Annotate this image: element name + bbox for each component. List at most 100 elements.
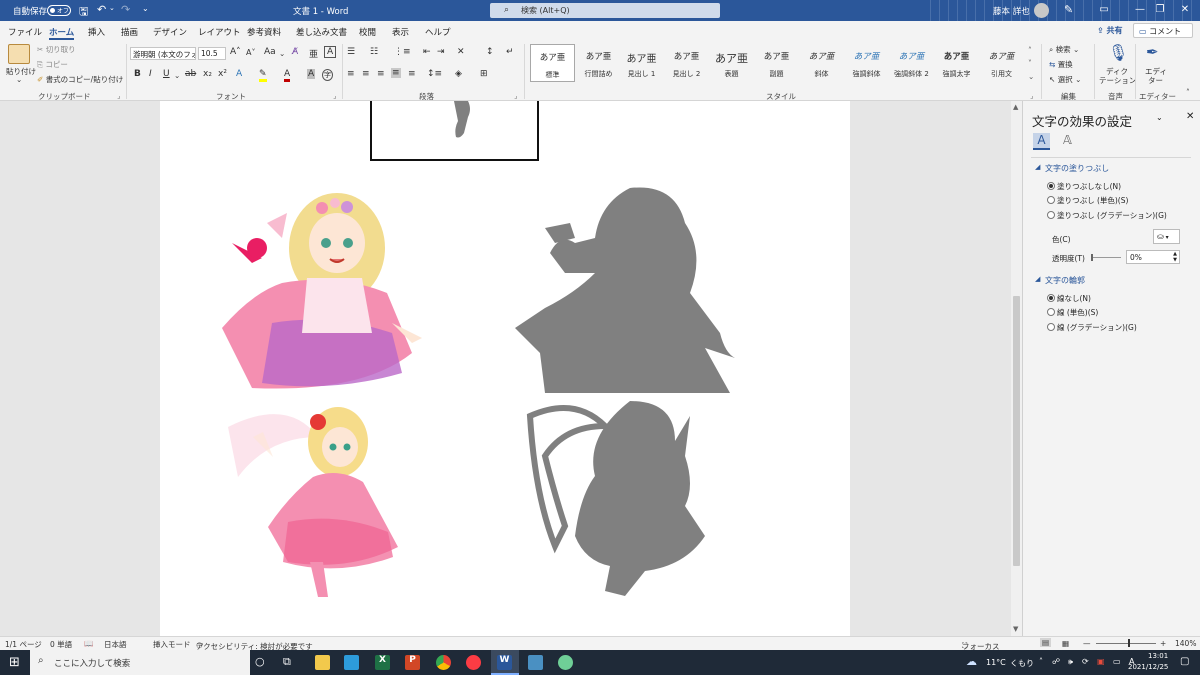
collapse-ribbon-icon[interactable]: ˄ xyxy=(1186,88,1190,97)
subscript-icon[interactable]: x₂ xyxy=(203,69,212,79)
gallery-down-icon[interactable]: ˅ xyxy=(1028,59,1032,68)
text-effects-icon[interactable]: A xyxy=(236,69,242,79)
pane-options-icon[interactable]: ⌄ xyxy=(1156,113,1163,122)
print-layout-icon[interactable]: ▤ xyxy=(1040,638,1052,647)
fill-none-radio[interactable]: 塗りつぶしなし(N) xyxy=(1047,181,1121,192)
underline-icon[interactable]: U xyxy=(163,69,170,79)
zoom-level[interactable]: 140% xyxy=(1175,639,1196,648)
tab-help[interactable]: ヘルプ xyxy=(425,26,451,38)
document-page[interactable] xyxy=(160,101,850,636)
gallery-more-icon[interactable]: ⌄ xyxy=(1028,72,1034,81)
tray-expand-icon[interactable]: ˄ xyxy=(1039,657,1043,666)
scroll-down-icon[interactable]: ▼ xyxy=(1013,625,1018,633)
text-effects-icon[interactable]: 𝔸 xyxy=(1059,133,1076,150)
fill-outline-icon[interactable]: A xyxy=(1033,133,1050,150)
music-icon[interactable] xyxy=(466,655,481,670)
font-color-icon[interactable]: A xyxy=(284,69,291,82)
style-title[interactable]: あア亜 表題 xyxy=(709,44,754,82)
user-name[interactable]: 藤本 詳也 xyxy=(993,5,1030,17)
task-view-icon[interactable]: ⧉ xyxy=(283,655,291,669)
chrome-icon[interactable] xyxy=(436,655,451,670)
security-icon[interactable]: ▣ xyxy=(1097,657,1105,666)
zoom-slider[interactable] xyxy=(1096,643,1156,644)
tab-view[interactable]: 表示 xyxy=(392,26,409,38)
char-shading-icon[interactable]: A xyxy=(307,69,316,79)
tab-mailings[interactable]: 差し込み文書 xyxy=(296,26,347,38)
copy-button[interactable]: ⎘ コピー xyxy=(37,59,68,70)
color-picker-button[interactable]: ⛀ ▾ xyxy=(1153,229,1180,244)
tab-file[interactable]: ファイル xyxy=(8,26,42,38)
style-intense-emphasis[interactable]: あア亜 強調斜体 xyxy=(844,44,889,82)
align-center-icon[interactable]: ≡ xyxy=(362,69,370,79)
pen-icon[interactable]: ✎ xyxy=(1064,3,1073,16)
tab-review[interactable]: 校閲 xyxy=(359,26,376,38)
show-marks-icon[interactable]: ↵ xyxy=(506,47,514,57)
store-icon[interactable] xyxy=(344,655,359,670)
character-image-2[interactable] xyxy=(228,397,403,597)
speaker-icon[interactable]: 🕪 xyxy=(1068,657,1073,667)
strikethrough-icon[interactable]: ab xyxy=(185,69,196,79)
notification-icon[interactable]: ▢ xyxy=(1180,656,1189,667)
italic-icon[interactable]: I xyxy=(149,69,152,79)
font-launcher-icon[interactable]: ⌟ xyxy=(333,91,337,100)
undo-icon[interactable]: ↶ xyxy=(97,3,106,16)
replace-button[interactable]: ⇆ 置換 xyxy=(1049,59,1073,70)
paragraph-launcher-icon[interactable]: ⌟ xyxy=(514,91,518,100)
tab-layout[interactable]: レイアウト xyxy=(198,26,241,38)
styles-launcher-icon[interactable]: ⌟ xyxy=(1030,91,1034,100)
decrease-indent-icon[interactable]: ⇤ xyxy=(423,47,431,57)
enclose-char-icon[interactable]: 字 xyxy=(322,69,333,81)
cut-button[interactable]: ✂ 切り取り xyxy=(37,44,76,55)
search-box[interactable]: ⌕ 検索 (Alt+Q) xyxy=(490,3,720,18)
bold-icon[interactable]: B xyxy=(134,69,141,79)
framed-image[interactable] xyxy=(370,101,539,161)
numbering-icon[interactable]: ☷ xyxy=(370,47,378,57)
transparency-slider-handle[interactable] xyxy=(1091,254,1093,261)
distributed-icon[interactable]: ≡ xyxy=(408,69,416,79)
character-image-1[interactable] xyxy=(212,183,437,393)
format-painter-button[interactable]: ✐ 書式のコピー/貼り付け xyxy=(37,74,123,85)
zoom-in-icon[interactable]: + xyxy=(1160,639,1166,648)
style-intense-emphasis-2[interactable]: あア亜 強調斜体 2 xyxy=(889,44,934,82)
superscript-icon[interactable]: x² xyxy=(218,69,227,79)
underline-dropdown-icon[interactable]: ⌄ xyxy=(174,71,180,80)
grow-font-icon[interactable]: A˄ xyxy=(230,47,241,57)
silhouette-image-2[interactable] xyxy=(525,396,705,596)
photos-icon[interactable] xyxy=(528,655,543,670)
clock-time[interactable]: 13:01 xyxy=(1148,652,1168,660)
multilevel-list-icon[interactable]: ⋮≡ xyxy=(394,47,411,57)
insert-mode-status[interactable]: 挿入モード xyxy=(153,639,191,650)
bullets-icon[interactable]: ☰ xyxy=(347,47,355,57)
zoom-out-icon[interactable]: — xyxy=(1083,639,1091,648)
clear-format-icon[interactable]: A̸ xyxy=(292,47,298,57)
style-quote[interactable]: あア亜 引用文 xyxy=(979,44,1024,82)
sync-icon[interactable]: ⟳ xyxy=(1082,657,1089,666)
fill-collapse-icon[interactable]: ◢ xyxy=(1035,163,1040,171)
read-mode-icon[interactable]: ▦ xyxy=(1062,639,1069,648)
select-button[interactable]: ↖ 選択 ⌄ xyxy=(1049,74,1081,85)
cortana-icon[interactable]: ○ xyxy=(255,655,265,668)
customize-qat-icon[interactable]: ⌄ xyxy=(142,4,149,13)
fill-gradient-radio[interactable]: 塗りつぶし (グラデーション)(G) xyxy=(1047,210,1167,221)
find-button[interactable]: ⌕ 検索 ⌄ xyxy=(1049,44,1079,55)
zoom-slider-handle[interactable] xyxy=(1128,639,1130,647)
fill-section-title[interactable]: 文字の塗りつぶし xyxy=(1045,163,1109,174)
change-case-dropdown-icon[interactable]: ⌄ xyxy=(279,49,285,58)
clock-date[interactable]: 2021/12/25 xyxy=(1128,663,1168,671)
spinner-icon[interactable]: ▲ ▼ xyxy=(1173,251,1177,263)
tab-insert[interactable]: 挿入 xyxy=(88,26,105,38)
style-heading-1[interactable]: あア亜 見出し 1 xyxy=(619,44,664,82)
style-heading-2[interactable]: あア亜 見出し 2 xyxy=(664,44,709,82)
outline-none-radio[interactable]: 線なし(N) xyxy=(1047,293,1091,304)
sort-icon[interactable]: ↕ xyxy=(486,47,494,57)
share-button[interactable]: ⇪ 共有 xyxy=(1092,23,1128,38)
network-icon[interactable]: ☍ xyxy=(1052,657,1060,666)
transparency-slider[interactable] xyxy=(1091,257,1121,258)
ribbon-display-icon[interactable]: ▭ xyxy=(1084,0,1124,21)
style-subtitle[interactable]: あア亜 副題 xyxy=(754,44,799,82)
shading-icon[interactable]: ◈ xyxy=(455,69,462,79)
font-name-combo[interactable]: 游明朝 (本文のフォ xyxy=(130,47,196,60)
display-icon[interactable]: ▭ xyxy=(1113,657,1121,666)
align-right-icon[interactable]: ≡ xyxy=(377,69,385,79)
weather-text[interactable]: くもり xyxy=(1010,658,1034,669)
